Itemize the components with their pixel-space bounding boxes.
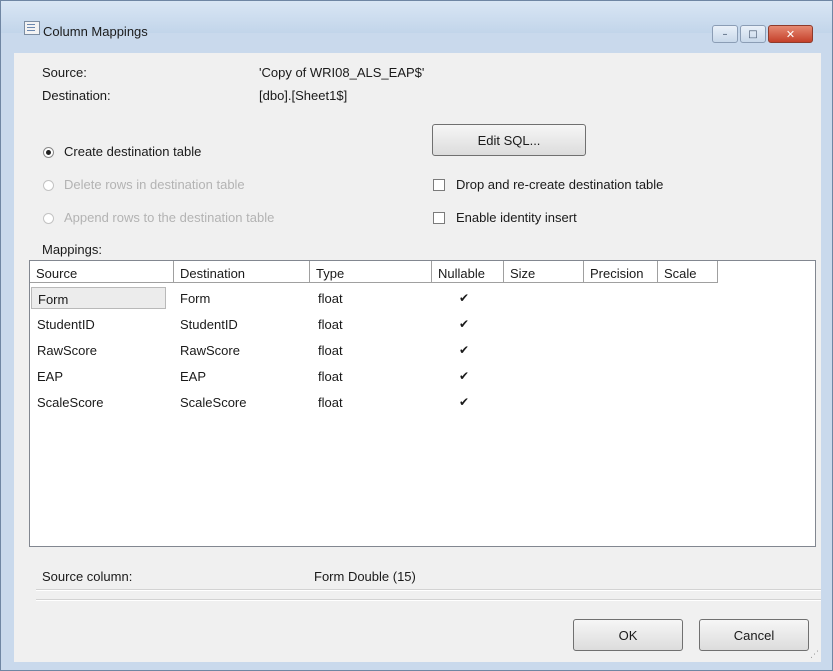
source-value: 'Copy of WRI08_ALS_EAP$' [259, 65, 425, 80]
nullable-checkbox[interactable]: ✔ [459, 395, 469, 409]
table-row[interactable]: EAP EAP float ✔ [30, 365, 815, 387]
source-cell[interactable]: StudentID [31, 313, 95, 335]
source-cell[interactable]: RawScore [31, 339, 97, 361]
type-cell[interactable]: float [312, 339, 343, 361]
edit-sql-button[interactable]: Edit SQL... [432, 124, 586, 156]
nullable-checkbox[interactable]: ✔ [459, 291, 469, 305]
table-row[interactable]: StudentID StudentID float ✔ [30, 313, 815, 335]
table-row[interactable]: ScaleScore ScaleScore float ✔ [30, 391, 815, 413]
separator-top [36, 589, 821, 591]
destination-cell[interactable]: RawScore [174, 339, 240, 361]
drop-recreate-checkbox[interactable] [433, 179, 445, 191]
destination-value: [dbo].[Sheet1$] [259, 88, 348, 103]
delete-rows-radio [43, 180, 54, 191]
mappings-label: Mappings: [42, 242, 102, 257]
identity-insert-label: Enable identity insert [456, 210, 577, 225]
create-destination-radio[interactable] [43, 147, 54, 158]
header-scale[interactable]: Scale [658, 261, 718, 283]
destination-cell[interactable]: EAP [174, 365, 206, 387]
ok-button[interactable]: OK [573, 619, 683, 651]
source-column-value: Form Double (15) [314, 569, 416, 584]
header-precision[interactable]: Precision [584, 261, 658, 283]
create-destination-label: Create destination table [64, 144, 202, 159]
grid-header: Source Destination Type Nullable Size Pr… [30, 261, 815, 283]
resize-grip-icon[interactable]: ⋰ [810, 650, 819, 660]
table-row[interactable]: RawScore RawScore float ✔ [30, 339, 815, 361]
append-rows-label: Append rows to the destination table [64, 210, 275, 225]
header-source[interactable]: Source [30, 261, 174, 283]
destination-cell[interactable]: ScaleScore [174, 391, 246, 413]
delete-rows-label: Delete rows in destination table [64, 177, 245, 192]
type-cell[interactable]: float [312, 313, 343, 335]
header-size[interactable]: Size [504, 261, 584, 283]
minimize-button[interactable]: – [712, 25, 738, 43]
header-destination[interactable]: Destination [174, 261, 310, 283]
nullable-checkbox[interactable]: ✔ [459, 317, 469, 331]
cancel-button[interactable]: Cancel [699, 619, 809, 651]
title-bar[interactable]: Column Mappings – □ ✕ [1, 1, 832, 43]
dialog-icon [24, 21, 40, 35]
identity-insert-checkbox[interactable] [433, 212, 445, 224]
type-cell[interactable]: float [312, 287, 343, 309]
append-rows-radio [43, 213, 54, 224]
nullable-checkbox[interactable]: ✔ [459, 369, 469, 383]
source-cell[interactable]: Form [31, 287, 166, 309]
destination-label: Destination: [42, 88, 111, 103]
destination-cell[interactable]: StudentID [174, 313, 238, 335]
destination-cell[interactable]: Form [174, 287, 210, 309]
maximize-button[interactable]: □ [740, 25, 766, 43]
source-column-label: Source column: [42, 569, 133, 584]
mappings-grid[interactable]: Source Destination Type Nullable Size Pr… [29, 260, 816, 547]
column-mappings-dialog: Column Mappings – □ ✕ Source: 'Copy of W… [0, 0, 833, 671]
close-button[interactable]: ✕ [768, 25, 813, 43]
header-nullable[interactable]: Nullable [432, 261, 504, 283]
type-cell[interactable]: float [312, 391, 343, 413]
drop-recreate-label: Drop and re-create destination table [456, 177, 664, 192]
source-label: Source: [42, 65, 87, 80]
table-row[interactable]: Form Form float ✔ [30, 287, 815, 309]
type-cell[interactable]: float [312, 365, 343, 387]
nullable-checkbox[interactable]: ✔ [459, 343, 469, 357]
source-cell[interactable]: ScaleScore [31, 391, 103, 413]
separator-bottom [36, 599, 821, 601]
source-cell[interactable]: EAP [31, 365, 63, 387]
header-type[interactable]: Type [310, 261, 432, 283]
window-title: Column Mappings [43, 24, 148, 39]
